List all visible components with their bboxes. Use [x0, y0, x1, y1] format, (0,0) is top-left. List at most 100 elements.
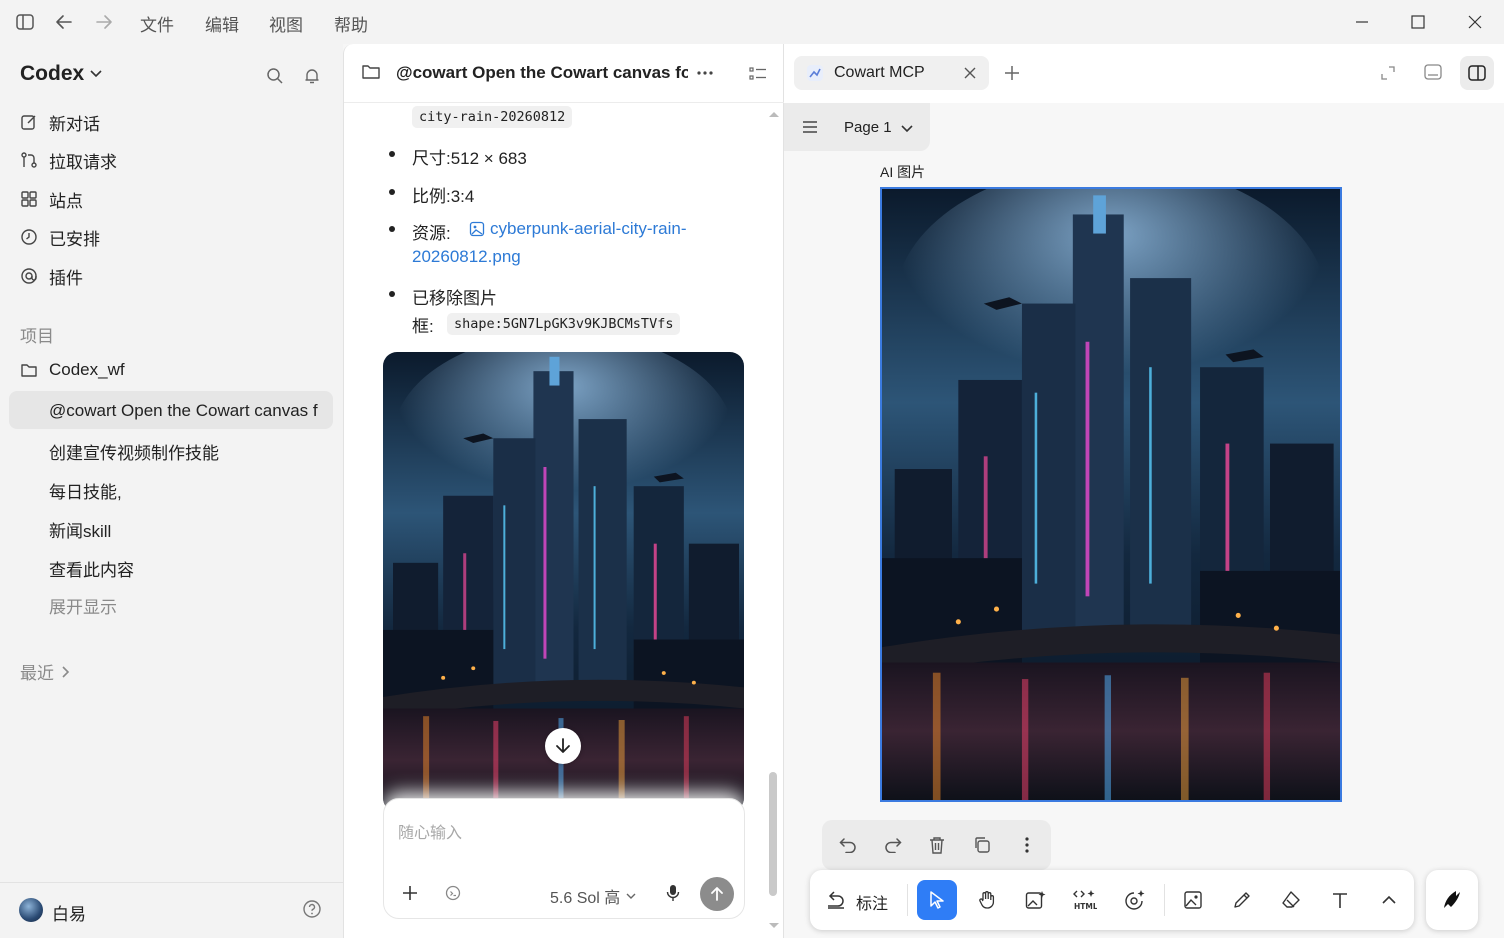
- more-tools-button[interactable]: [1369, 880, 1409, 920]
- back-arrow-icon[interactable]: [52, 10, 76, 34]
- menu-help[interactable]: 帮助: [334, 11, 368, 36]
- chat-panel: @cowart Open the Cowart canvas fo city-r…: [343, 44, 784, 938]
- annotate-label[interactable]: 标注: [856, 890, 888, 914]
- recent-section[interactable]: 最近: [20, 659, 70, 684]
- hand-icon: [979, 891, 995, 909]
- new-tab-plus-icon[interactable]: [1004, 65, 1020, 81]
- redo-icon[interactable]: [882, 834, 904, 856]
- ai-image-tool[interactable]: [1016, 880, 1056, 920]
- minimize-icon[interactable]: [1347, 8, 1377, 36]
- composer-toolbar: 5.6 Sol 高: [384, 875, 744, 911]
- nav-label: 已安排: [49, 229, 100, 249]
- thread-item[interactable]: @cowart Open the Cowart canvas f: [49, 401, 321, 421]
- html-icon: HTML: [1073, 890, 1097, 911]
- html-tool[interactable]: HTML: [1065, 880, 1105, 920]
- chevron-down-icon: [626, 893, 636, 899]
- help-icon[interactable]: [302, 899, 324, 921]
- eraser-tool[interactable]: [1271, 880, 1311, 920]
- folder-icon: [362, 64, 380, 80]
- bullet: [389, 226, 395, 232]
- image-icon: [1184, 891, 1202, 909]
- resource-link-cont[interactable]: 20260812.png: [412, 247, 521, 267]
- workspace-switcher[interactable]: Codex: [20, 62, 102, 86]
- attachment-icon[interactable]: [445, 885, 461, 901]
- close-tab-icon[interactable]: [964, 67, 976, 79]
- menu-view[interactable]: 视图: [269, 11, 303, 36]
- cursor-icon: [930, 891, 944, 909]
- scroll-down-arrow-icon[interactable]: [768, 922, 780, 930]
- project-folder[interactable]: Codex_wf: [19, 355, 125, 385]
- nav-scheduled[interactable]: 已安排: [19, 222, 100, 252]
- page-selector[interactable]: Page 1: [784, 103, 930, 151]
- recent-label: 最近: [20, 664, 54, 683]
- duplicate-icon[interactable]: [971, 834, 993, 856]
- main-toolbar: 标注 HTML: [810, 870, 1414, 930]
- thread-item[interactable]: 每日技能,: [49, 478, 122, 503]
- thread-item[interactable]: 查看此内容: [49, 556, 134, 581]
- nav-pull-requests[interactable]: 拉取请求: [19, 145, 117, 175]
- project-folder-label: Codex_wf: [49, 360, 125, 379]
- nav-plugins[interactable]: 插件: [19, 261, 83, 291]
- tab-cowart-mcp[interactable]: Cowart MCP: [794, 56, 989, 90]
- select-tool[interactable]: [917, 880, 957, 920]
- folder-icon: [19, 360, 39, 380]
- menu-edit[interactable]: 编辑: [205, 11, 239, 36]
- pen-tool[interactable]: [1222, 880, 1262, 920]
- thread-item[interactable]: 新闻skill: [49, 517, 111, 542]
- toggle-sidebar-icon[interactable]: [13, 10, 37, 34]
- plus-icon[interactable]: [402, 885, 418, 901]
- split-panel-icon[interactable]: [1460, 56, 1494, 90]
- removed-line: 已移除图片: [412, 289, 497, 308]
- composer-input[interactable]: 随心输入: [398, 819, 462, 843]
- show-more-link[interactable]: 展开显示: [49, 593, 117, 618]
- chat-scrollbar[interactable]: [769, 772, 777, 896]
- ai-image-icon: [1025, 891, 1046, 909]
- nav-label: 新对话: [49, 114, 100, 134]
- undo-icon[interactable]: [837, 834, 859, 856]
- bell-icon[interactable]: [300, 64, 324, 88]
- maximize-icon[interactable]: [1403, 8, 1433, 36]
- image-tool[interactable]: [1173, 880, 1213, 920]
- microphone-icon[interactable]: [666, 884, 680, 902]
- quick-action-button[interactable]: [1426, 870, 1478, 930]
- user-name[interactable]: 白易: [52, 900, 86, 925]
- arrow-up-icon: [711, 887, 723, 901]
- menu-file[interactable]: 文件: [140, 11, 174, 36]
- plugin-icon: [19, 266, 39, 286]
- send-button[interactable]: [700, 877, 734, 911]
- nav-label: 插件: [49, 268, 83, 288]
- bullet: [389, 189, 395, 195]
- resource-link[interactable]: cyberpunk-aerial-city-rain-: [490, 219, 687, 239]
- nav-sites[interactable]: 站点: [19, 184, 83, 214]
- brand-name: Codex: [20, 62, 85, 85]
- outline-list-icon[interactable]: [749, 66, 767, 82]
- forward-arrow-icon[interactable]: [92, 10, 116, 34]
- hand-tool[interactable]: [967, 880, 1007, 920]
- text-tool[interactable]: [1320, 880, 1360, 920]
- search-icon[interactable]: [263, 64, 287, 88]
- selected-image-frame[interactable]: [880, 187, 1342, 802]
- new-chat-icon: [19, 112, 39, 132]
- thread-item[interactable]: 创建宣传视频制作技能: [49, 439, 219, 464]
- more-vertical-icon[interactable]: [1016, 834, 1038, 856]
- clock-icon: [19, 227, 39, 247]
- page-label: Page 1: [844, 119, 892, 136]
- sidebar: Codex 新对话 拉取请求 站点 已安排 插件 项目 Codex_wf @co…: [0, 44, 343, 938]
- nav-new-chat[interactable]: 新对话: [19, 107, 100, 137]
- chevron-down-icon: [901, 125, 913, 133]
- scroll-up-icon[interactable]: [768, 110, 780, 118]
- ai-video-tool[interactable]: [1114, 880, 1154, 920]
- panel-bottom-icon[interactable]: [1424, 64, 1442, 80]
- model-selector[interactable]: 5.6 Sol 高: [550, 884, 636, 908]
- canvas-area[interactable]: Page 1 AI 图片 标注 HTML: [784, 103, 1504, 938]
- more-horizontal-icon[interactable]: [696, 70, 714, 76]
- expand-icon[interactable]: [1381, 66, 1395, 80]
- chevron-up-icon: [1382, 895, 1396, 904]
- trash-icon[interactable]: [926, 834, 948, 856]
- hamburger-menu-icon[interactable]: [802, 121, 818, 133]
- avatar[interactable]: [19, 898, 43, 922]
- annotate-icon[interactable]: [826, 890, 846, 910]
- composer[interactable]: 随心输入 5.6 Sol 高: [383, 798, 745, 919]
- scroll-to-bottom-button[interactable]: [545, 728, 581, 764]
- close-window-icon[interactable]: [1460, 8, 1490, 36]
